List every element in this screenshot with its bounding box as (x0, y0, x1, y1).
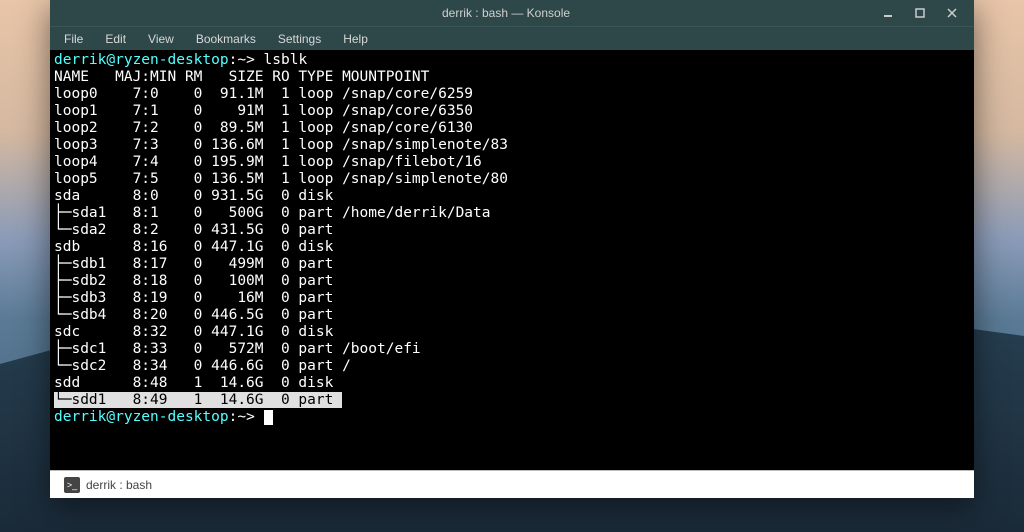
output-line: ├─sda1 8:1 0 500G 0 part /home/derrik/Da… (54, 205, 491, 221)
output-line: sdd 8:48 1 14.6G 0 disk (54, 375, 342, 391)
tab-current[interactable]: >_ derrik : bash (56, 475, 160, 495)
menu-edit[interactable]: Edit (95, 29, 136, 49)
window-title: derrik : bash — Konsole (140, 6, 872, 20)
output-line: sdb 8:16 0 447.1G 0 disk (54, 239, 342, 255)
output-line: ├─sdc1 8:33 0 572M 0 part /boot/efi (54, 341, 421, 357)
output-line-highlighted: └─sdd1 8:49 1 14.6G 0 part (54, 392, 342, 408)
output-line: loop5 7:5 0 136.5M 1 loop /snap/simpleno… (54, 171, 508, 187)
minimize-button[interactable] (872, 0, 904, 26)
output-line: loop3 7:3 0 136.6M 1 loop /snap/simpleno… (54, 137, 508, 153)
menu-settings[interactable]: Settings (268, 29, 331, 49)
menu-help[interactable]: Help (333, 29, 378, 49)
output-line: loop4 7:4 0 195.9M 1 loop /snap/filebot/… (54, 154, 482, 170)
tab-label: derrik : bash (86, 478, 152, 492)
menu-view[interactable]: View (138, 29, 184, 49)
prompt: derrik@ryzen-desktop (54, 409, 229, 425)
prompt-path: :~> (229, 409, 264, 425)
output-header: NAME MAJ:MIN RM SIZE RO TYPE MOUNTPOINT (54, 69, 429, 85)
output-line: ├─sdb2 8:18 0 100M 0 part (54, 273, 342, 289)
prompt-path: :~> (229, 52, 255, 68)
output-line: loop2 7:2 0 89.5M 1 loop /snap/core/6130 (54, 120, 473, 136)
prompt: derrik@ryzen-desktop (54, 52, 229, 68)
output-line: └─sdb4 8:20 0 446.5G 0 part (54, 307, 342, 323)
output-line: loop1 7:1 0 91M 1 loop /snap/core/6350 (54, 103, 473, 119)
output-line: loop0 7:0 0 91.1M 1 loop /snap/core/6259 (54, 86, 473, 102)
terminal-viewport[interactable]: derrik@ryzen-desktop:~> lsblk NAME MAJ:M… (50, 50, 974, 470)
titlebar[interactable]: derrik : bash — Konsole (50, 0, 974, 26)
maximize-button[interactable] (904, 0, 936, 26)
tab-bar: >_ derrik : bash (50, 470, 974, 498)
cursor (264, 410, 273, 425)
titlebar-controls (872, 0, 968, 26)
output-line: ├─sdb3 8:19 0 16M 0 part (54, 290, 342, 306)
output-line: sda 8:0 0 931.5G 0 disk (54, 188, 342, 204)
output-line: └─sda2 8:2 0 431.5G 0 part (54, 222, 342, 238)
output-line: sdc 8:32 0 447.1G 0 disk (54, 324, 342, 340)
close-icon (947, 8, 957, 18)
maximize-icon (915, 8, 925, 18)
konsole-window: derrik : bash — Konsole File Edit View B… (50, 0, 974, 498)
output-line: ├─sdb1 8:17 0 499M 0 part (54, 256, 342, 272)
terminal-icon: >_ (64, 477, 80, 493)
command-text: lsblk (255, 52, 307, 68)
menu-file[interactable]: File (54, 29, 93, 49)
menubar: File Edit View Bookmarks Settings Help (50, 26, 974, 50)
menu-bookmarks[interactable]: Bookmarks (186, 29, 266, 49)
close-button[interactable] (936, 0, 968, 26)
output-line: └─sdc2 8:34 0 446.6G 0 part / (54, 358, 351, 374)
minimize-icon (883, 8, 893, 18)
